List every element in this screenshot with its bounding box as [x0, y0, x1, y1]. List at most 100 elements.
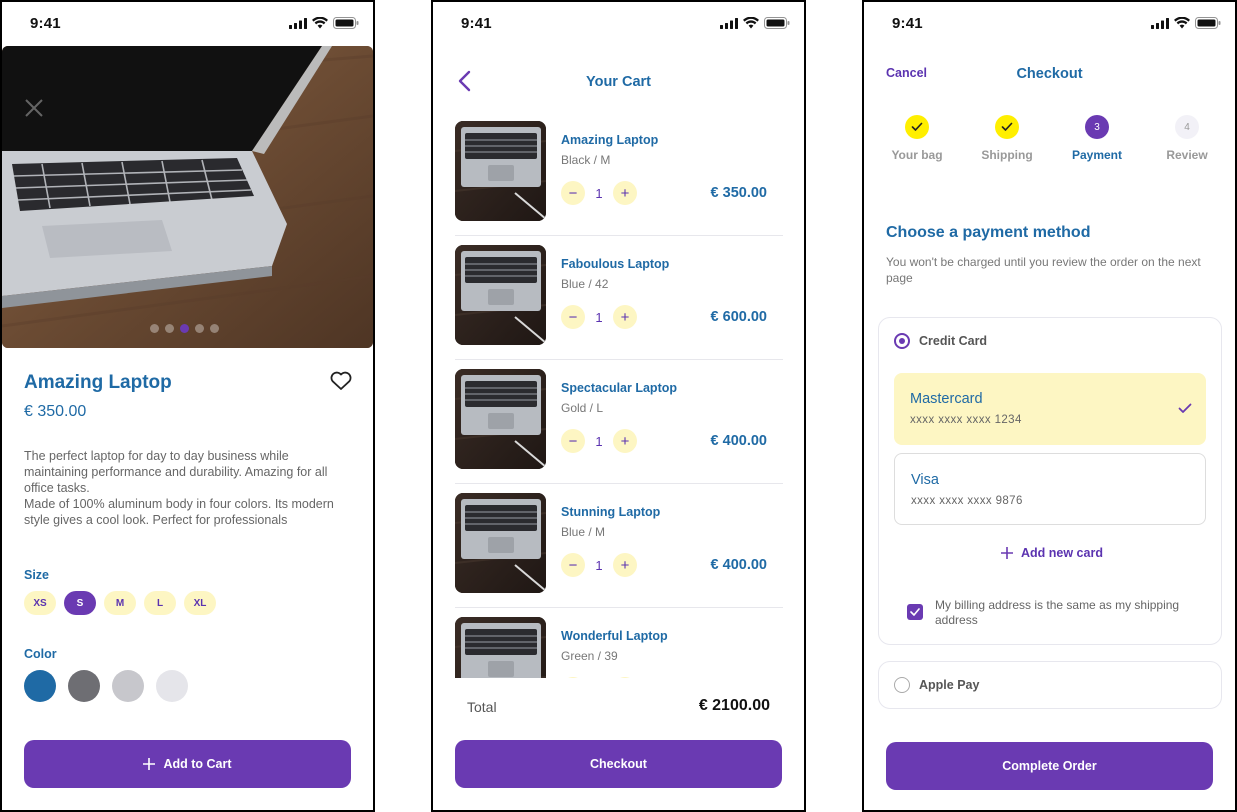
cart-item: Amazing Laptop Black / M −1 + € 350.00	[455, 112, 783, 236]
size-option[interactable]: M	[104, 591, 136, 615]
cart-item: Faboulous Laptop Blue / 42 −1 + € 600.00	[455, 236, 783, 360]
item-variant: Gold / L	[561, 401, 604, 415]
apple-pay-radio[interactable]	[894, 677, 910, 693]
check-icon	[995, 115, 1019, 139]
step-shipping: Shipping	[962, 115, 1052, 162]
item-price: € 350.00	[710, 185, 767, 201]
minus-icon[interactable]: −	[561, 181, 585, 205]
heart-icon[interactable]	[330, 371, 352, 396]
signal-icon	[289, 17, 307, 29]
cart-item: Spectacular Laptop Gold / L −1 + € 400.00	[455, 360, 783, 484]
size-option[interactable]: S	[64, 591, 96, 615]
product-screen: 9:41 Amazing Laptop € 350.00 The perfect…	[0, 0, 375, 812]
cart-screen: 9:41 Your Cart Amazing Laptop Black / M −1…	[431, 0, 806, 812]
color-label: Color	[24, 647, 57, 661]
item-name[interactable]: Amazing Laptop	[561, 133, 658, 147]
laptop-photo	[2, 46, 373, 348]
cart-item-list[interactable]: Amazing Laptop Black / M −1 + € 350.00 Faboul…	[455, 112, 783, 678]
plus-icon	[143, 758, 156, 770]
carousel-dot[interactable]	[210, 324, 219, 333]
close-icon[interactable]	[24, 98, 44, 123]
plus-icon	[1001, 547, 1013, 559]
quantity-value: 1	[595, 433, 603, 449]
minus-icon[interactable]: −	[561, 677, 585, 678]
add-new-card-button[interactable]: Add new card	[1001, 546, 1103, 560]
size-label: Size	[24, 568, 50, 582]
laptop-thumbnail	[455, 493, 546, 593]
plus-icon[interactable]: +	[613, 429, 637, 453]
check-icon	[1178, 401, 1192, 419]
item-name[interactable]: Faboulous Laptop	[561, 257, 669, 271]
color-swatch[interactable]	[112, 670, 144, 702]
color-selector	[24, 670, 188, 702]
status-time: 9:41	[892, 15, 923, 32]
apple-pay-label: Apple Pay	[919, 678, 980, 692]
quantity-value: 1	[595, 557, 603, 573]
credit-card-radio[interactable]	[894, 333, 910, 349]
size-option[interactable]: XL	[184, 591, 216, 615]
product-image-carousel[interactable]	[2, 46, 373, 348]
apple-pay-option[interactable]: Apple Pay	[878, 661, 1222, 709]
color-swatch[interactable]	[156, 670, 188, 702]
item-name[interactable]: Spectacular Laptop	[561, 381, 677, 395]
item-name[interactable]: Wonderful Laptop	[561, 629, 668, 643]
laptop-thumbnail	[455, 369, 546, 469]
item-name[interactable]: Stunning Laptop	[561, 505, 660, 519]
credit-card-label: Credit Card	[919, 334, 988, 348]
laptop-thumbnail	[455, 245, 546, 345]
card-option-visa[interactable]: Visa xxxx xxxx xxxx 9876	[894, 453, 1206, 525]
quantity-value: 1	[595, 185, 603, 201]
item-variant: Blue / 42	[561, 277, 609, 291]
plus-icon[interactable]: +	[613, 305, 637, 329]
card-number: xxxx xxxx xxxx 1234	[910, 414, 1022, 426]
cart-item: Wonderful LaptopGreen / 39−1+€ 400.00	[455, 608, 783, 678]
card-number: xxxx xxxx xxxx 9876	[911, 495, 1023, 507]
carousel-dot[interactable]	[150, 324, 159, 333]
item-price: € 400.00	[710, 433, 767, 449]
card-option-mastercard[interactable]: Mastercard xxxx xxxx xxxx 1234	[894, 373, 1206, 445]
description-paragraph: The perfect laptop for day to day busine…	[24, 449, 328, 495]
status-bar: 9:41	[2, 2, 373, 46]
battery-icon	[1195, 17, 1221, 29]
step-review: 4 Review	[1142, 115, 1232, 162]
carousel-dot[interactable]	[180, 324, 189, 333]
carousel-dot[interactable]	[165, 324, 174, 333]
plus-icon[interactable]: +	[613, 553, 637, 577]
color-swatch[interactable]	[68, 670, 100, 702]
minus-icon[interactable]: −	[561, 305, 585, 329]
add-to-cart-label: Add to Cart	[163, 757, 232, 771]
wifi-icon	[743, 17, 759, 29]
item-price: € 400.00	[710, 557, 767, 573]
quantity-value: 1	[595, 309, 603, 325]
item-variant: Blue / M	[561, 525, 606, 539]
complete-order-button[interactable]: Complete Order	[886, 742, 1213, 790]
page-title: Your Cart	[586, 74, 651, 90]
carousel-dots[interactable]	[150, 324, 219, 333]
item-price: € 600.00	[710, 309, 767, 325]
step-payment: 3 Payment	[1052, 115, 1142, 162]
step-number: 3	[1085, 115, 1109, 139]
checkout-button[interactable]: Checkout	[455, 740, 782, 788]
complete-order-label: Complete Order	[1002, 759, 1097, 773]
checkout-screen: 9:41 Cancel Checkout Your bag Shipping 3 Pa…	[862, 0, 1237, 812]
cart-item: Stunning Laptop Blue / M −1 + € 400.00	[455, 484, 783, 608]
size-option[interactable]: XS	[24, 591, 56, 615]
page-title: Checkout	[1016, 66, 1083, 82]
carousel-dot[interactable]	[195, 324, 204, 333]
quantity-stepper: −1 +	[561, 553, 637, 577]
color-swatch[interactable]	[24, 670, 56, 702]
size-option[interactable]: L	[144, 591, 176, 615]
step-label: Payment	[1071, 148, 1123, 162]
credit-card-panel: Credit Card Mastercard xxxx xxxx xxxx 12…	[878, 317, 1222, 645]
laptop-thumbnail	[455, 617, 546, 678]
wifi-icon	[312, 17, 328, 29]
status-bar: 9:41	[864, 2, 1235, 46]
billing-same-checkbox[interactable]	[907, 604, 923, 620]
checkout-stepper: Your bag Shipping 3 Payment 4 Review	[872, 115, 1232, 162]
add-to-cart-button[interactable]: Add to Cart	[24, 740, 351, 788]
plus-icon[interactable]: +	[613, 181, 637, 205]
minus-icon[interactable]: −	[561, 553, 585, 577]
minus-icon[interactable]: −	[561, 429, 585, 453]
product-price: € 350.00	[24, 403, 87, 420]
plus-icon[interactable]: +	[613, 677, 637, 678]
